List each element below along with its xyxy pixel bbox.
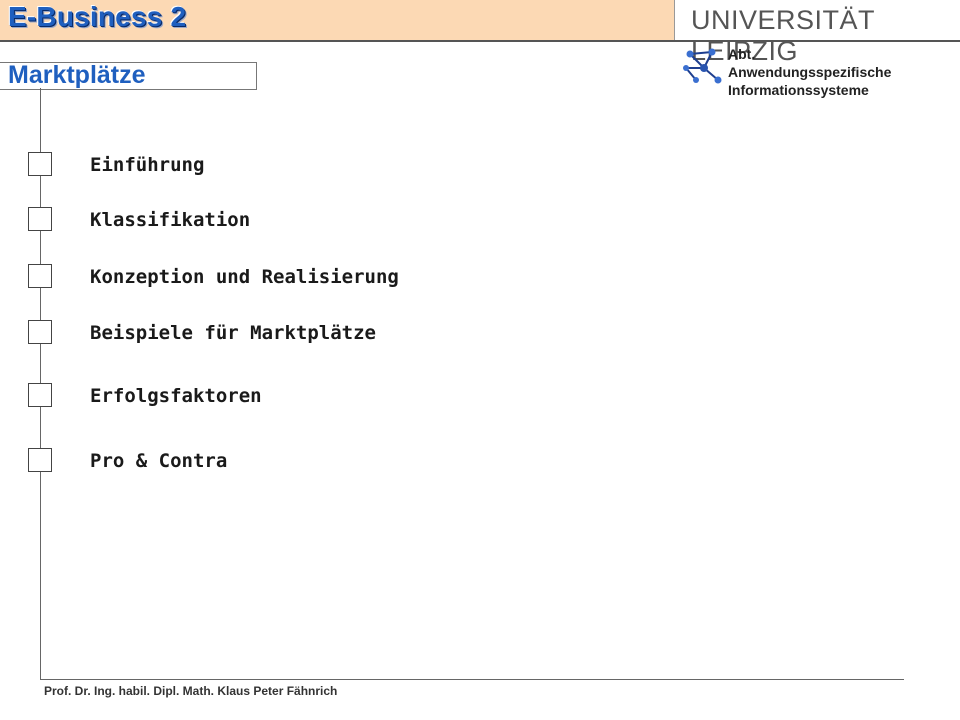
network-graph-icon	[683, 48, 722, 84]
footer-author: Prof. Dr. Ing. habil. Dipl. Math. Klaus …	[44, 684, 338, 698]
university-logo: UNIVERSITÄT LEIPZIG	[674, 0, 960, 66]
agenda-item-label: Beispiele für Marktplätze	[90, 322, 376, 344]
agenda-item-label: Einführung	[90, 154, 205, 176]
department-line: Abt.	[728, 46, 756, 62]
agenda-bullet-box	[28, 448, 52, 472]
agenda-item-label: Pro & Contra	[90, 450, 228, 472]
course-title: E-Business 2	[8, 1, 187, 32]
department-line: Informationssysteme	[728, 82, 869, 98]
agenda-bullet-box	[28, 264, 52, 288]
agenda-bullet-box	[28, 320, 52, 344]
agenda-bullet-box	[28, 152, 52, 176]
agenda-bullet-box	[28, 383, 52, 407]
agenda-item[interactable]: Beispiele für Marktplätze	[28, 320, 528, 346]
agenda-item[interactable]: Pro & Contra	[28, 448, 528, 474]
section-title: Marktplätze	[8, 61, 146, 89]
footer-divider	[40, 679, 904, 680]
department-name: Abt. Anwendungsspezifische Informationss…	[728, 45, 891, 99]
agenda-item-label: Erfolgsfaktoren	[90, 385, 262, 407]
department-line: Anwendungsspezifische	[728, 64, 892, 80]
agenda-bullet-box	[28, 207, 52, 231]
agenda-item-label: Klassifikation	[90, 209, 251, 231]
agenda-item[interactable]: Klassifikation	[28, 207, 528, 233]
agenda-item[interactable]: Erfolgsfaktoren	[28, 383, 528, 409]
section-title-box: Marktplätze	[0, 61, 257, 90]
agenda-item-label: Konzeption und Realisierung	[90, 266, 399, 288]
header-bar: E-Business 2 UNIVERSITÄT LEIPZIG	[0, 0, 960, 66]
agenda-item[interactable]: Konzeption und Realisierung	[28, 264, 528, 290]
agenda-item[interactable]: Einführung	[28, 152, 528, 178]
